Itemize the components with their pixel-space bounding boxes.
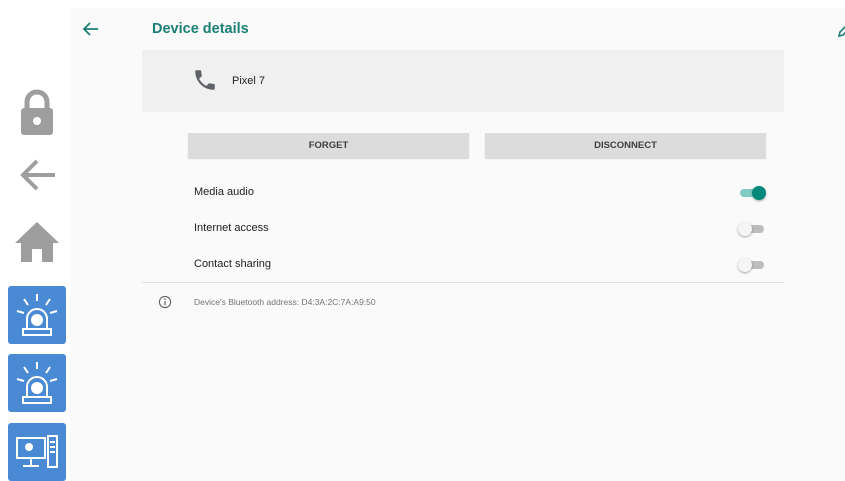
phone-icon — [195, 70, 215, 90]
info-icon — [158, 295, 172, 309]
home-icon — [15, 222, 59, 262]
page-title: Device details — [152, 21, 249, 37]
alarm-button-1[interactable] — [8, 286, 66, 344]
settings-panel: Device details Pixel 7 FORGET DISCONNECT… — [70, 8, 845, 481]
forget-button[interactable]: FORGET — [188, 133, 469, 158]
back-arrow-icon[interactable] — [80, 18, 102, 40]
device-name: Pixel 7 — [232, 75, 266, 87]
media-audio-toggle[interactable] — [738, 186, 766, 200]
setting-row-contact-sharing[interactable]: Contact sharing — [142, 247, 784, 283]
lock-icon — [21, 89, 53, 135]
divider — [142, 282, 784, 283]
kiosk-sidebar — [0, 0, 70, 481]
alarm-button-2[interactable] — [8, 354, 66, 412]
contact-sharing-toggle[interactable] — [738, 258, 766, 272]
setting-label: Internet access — [194, 222, 269, 234]
alarm-light-icon — [16, 294, 58, 336]
computer-icon — [16, 435, 58, 468]
back-button[interactable] — [8, 146, 66, 204]
bluetooth-address: Device's Bluetooth address: D4:3A:2C:7A:… — [194, 297, 376, 307]
setting-row-media-audio[interactable]: Media audio — [142, 175, 784, 211]
top-bar: Device details — [70, 8, 845, 50]
internet-access-toggle[interactable] — [738, 222, 766, 236]
home-button[interactable] — [8, 212, 66, 270]
setting-label: Contact sharing — [194, 258, 272, 270]
setting-row-internet-access[interactable]: Internet access — [142, 211, 784, 247]
setting-label: Media audio — [194, 186, 254, 198]
edit-icon[interactable] — [836, 20, 845, 40]
disconnect-button[interactable]: DISCONNECT — [485, 133, 766, 158]
alarm-light-icon — [16, 362, 58, 404]
computer-button[interactable] — [8, 423, 66, 481]
lock-button[interactable] — [8, 83, 66, 141]
back-arrow-icon — [20, 159, 55, 191]
device-header: Pixel 7 — [142, 50, 784, 112]
